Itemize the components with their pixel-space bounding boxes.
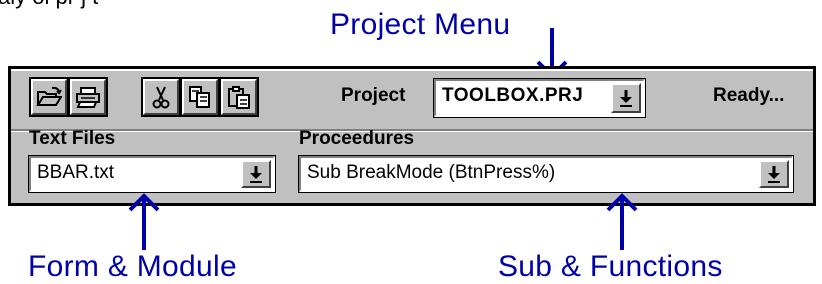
dropdown-arrow-icon xyxy=(620,90,632,107)
cut-button[interactable] xyxy=(141,77,181,117)
sub-functions-arrow xyxy=(606,193,638,250)
open-button[interactable] xyxy=(29,77,69,117)
printer-icon xyxy=(76,87,100,108)
sub-functions-callout: Sub & Functions xyxy=(498,250,723,283)
project-label: Project xyxy=(341,85,406,106)
text-files-dropdown-button[interactable] xyxy=(241,160,271,188)
project-menu-callout: Project Menu xyxy=(330,8,511,41)
paste-button[interactable] xyxy=(219,77,259,117)
copy-icon xyxy=(189,86,210,108)
dropdown-arrow-icon xyxy=(768,166,780,183)
scissors-icon xyxy=(152,86,170,109)
project-value: TOOLBOX.PRJ xyxy=(442,85,584,106)
cropped-header-text: aly ol pr j t xyxy=(0,0,98,10)
clipboard-icon xyxy=(228,86,250,109)
text-files-label: Text Files xyxy=(29,128,116,149)
print-button[interactable] xyxy=(68,77,108,117)
procedures-label: Proceedures xyxy=(299,128,415,149)
project-dropdown-button[interactable] xyxy=(611,83,641,113)
open-folder-icon xyxy=(36,86,62,106)
toolbar-top-row xyxy=(11,69,813,131)
form-module-arrow xyxy=(128,193,160,250)
procedures-combo[interactable]: Sub BreakMode (BtnPress%) xyxy=(298,155,794,193)
toolbox-toolbar: Project TOOLBOX.PRJ Ready... Text Files … xyxy=(8,66,816,206)
procedures-value: Sub BreakMode (BtnPress%) xyxy=(307,162,556,183)
project-combo[interactable]: TOOLBOX.PRJ xyxy=(433,78,646,118)
form-module-callout: Form & Module xyxy=(28,250,237,283)
text-files-value: BBAR.txt xyxy=(37,162,115,183)
dropdown-arrow-icon xyxy=(250,166,262,183)
copy-button[interactable] xyxy=(180,77,220,117)
procedures-dropdown-button[interactable] xyxy=(759,160,789,188)
status-text: Ready... xyxy=(713,85,785,106)
text-files-combo[interactable]: BBAR.txt xyxy=(28,155,276,193)
